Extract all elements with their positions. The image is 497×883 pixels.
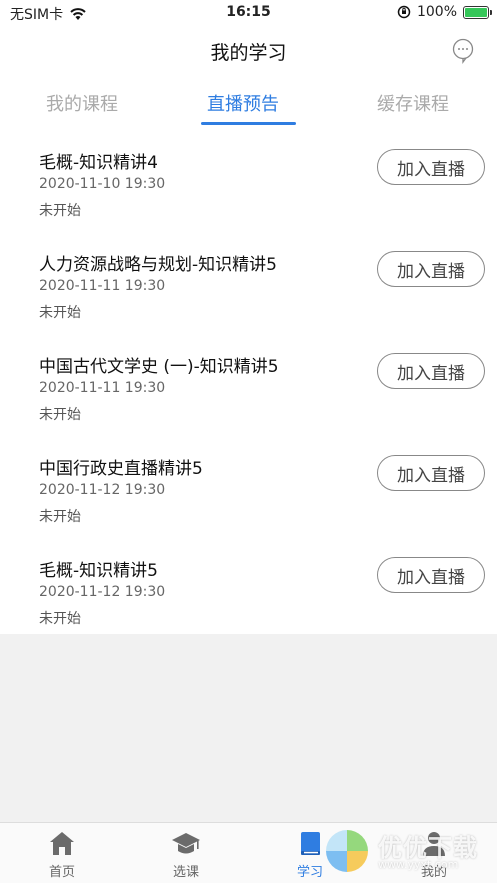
live-title: 毛概-知识精讲5 <box>39 561 158 581</box>
page-title: 我的学习 <box>210 42 287 64</box>
join-live-button[interactable]: 加入直播 <box>377 251 485 287</box>
watermark: 优优下载 www.yyxt.com <box>320 826 497 876</box>
join-live-button[interactable]: 加入直播 <box>377 149 485 185</box>
tabbar-courses[interactable]: 选课 <box>146 829 226 880</box>
orientation-lock-icon <box>397 5 411 19</box>
live-list: 毛概-知识精讲4 2020-11-10 19:30 未开始 加入直播 人力资源战… <box>0 126 497 634</box>
live-title: 毛概-知识精讲4 <box>39 153 158 173</box>
live-status: 未开始 <box>39 509 81 525</box>
nav-bar: 我的学习 <box>0 28 497 74</box>
battery-icon <box>463 5 492 19</box>
list-item: 人力资源战略与规划-知识精讲5 2020-11-11 19:30 未开始 加入直… <box>0 228 497 330</box>
watermark-url: www.yyxt.com <box>378 858 459 871</box>
tab-live-preview[interactable]: 直播预告 <box>207 90 279 116</box>
live-title: 中国古代文学史 (一)-知识精讲5 <box>39 357 279 377</box>
tab-strip: 我的课程 直播预告 缓存课程 <box>0 74 497 126</box>
graduation-cap-icon <box>172 833 200 854</box>
list-item: 毛概-知识精讲4 2020-11-10 19:30 未开始 加入直播 <box>0 126 497 228</box>
watermark-logo-icon <box>326 830 368 872</box>
join-live-button[interactable]: 加入直播 <box>377 455 485 491</box>
live-datetime: 2020-11-12 19:30 <box>39 482 166 498</box>
live-datetime: 2020-11-12 19:30 <box>39 584 166 600</box>
battery-percent: 100% <box>416 4 457 20</box>
live-datetime: 2020-11-11 19:30 <box>39 380 166 396</box>
home-icon <box>50 832 74 855</box>
live-title: 人力资源战略与规划-知识精讲5 <box>39 255 277 275</box>
live-status: 未开始 <box>39 305 81 321</box>
live-datetime: 2020-11-10 19:30 <box>39 176 166 192</box>
status-right: 100% <box>397 4 492 20</box>
active-tab-indicator <box>201 122 296 125</box>
tabbar-courses-label: 选课 <box>172 865 199 880</box>
live-datetime: 2020-11-11 19:30 <box>39 278 166 294</box>
join-live-button[interactable]: 加入直播 <box>377 557 485 593</box>
tabbar-home[interactable]: 首页 <box>22 829 102 880</box>
live-title: 中国行政史直播精讲5 <box>39 459 203 479</box>
live-status: 未开始 <box>39 611 81 627</box>
tabbar-home-label: 首页 <box>48 865 75 880</box>
status-bar: 无SIM卡 16:15 100% <box>0 0 497 28</box>
list-item: 毛概-知识精讲5 2020-11-12 19:30 未开始 加入直播 <box>0 534 497 636</box>
join-live-button[interactable]: 加入直播 <box>377 353 485 389</box>
live-status: 未开始 <box>39 407 81 423</box>
list-item: 中国行政史直播精讲5 2020-11-12 19:30 未开始 加入直播 <box>0 432 497 534</box>
list-item: 中国古代文学史 (一)-知识精讲5 2020-11-11 19:30 未开始 加… <box>0 330 497 432</box>
chat-icon[interactable] <box>451 38 475 64</box>
tab-my-courses[interactable]: 我的课程 <box>46 90 118 116</box>
live-status: 未开始 <box>39 203 81 219</box>
tab-cached-courses[interactable]: 缓存课程 <box>377 90 449 116</box>
